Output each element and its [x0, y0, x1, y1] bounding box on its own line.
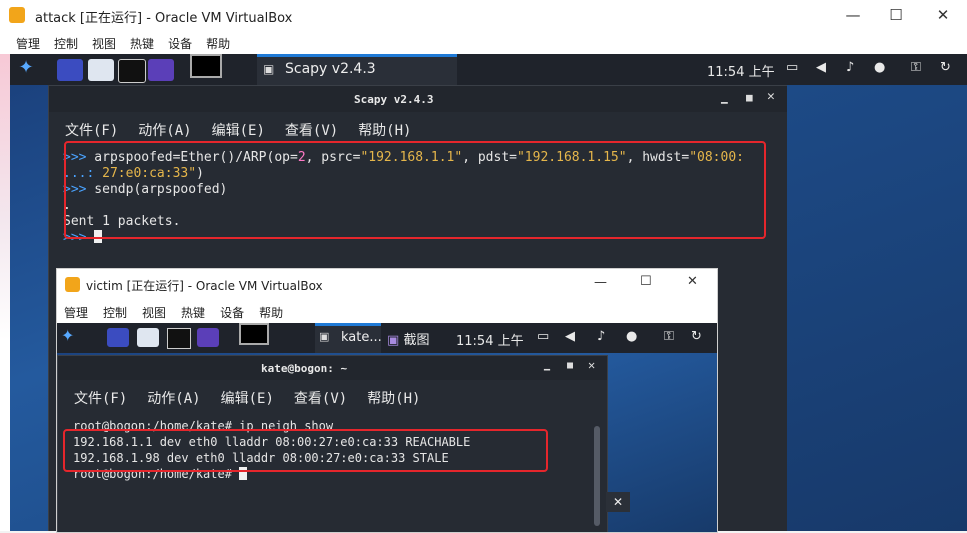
victim-files-icon[interactable]	[137, 328, 159, 347]
victim-menu-help[interactable]: 帮助	[259, 304, 283, 321]
scapy-maximize-button[interactable]: ■	[746, 91, 753, 104]
victim-terminal-window: kate@bogon: ~ ▁ ■ ✕ 文件(F) 动作(A) 编辑(E) 查看…	[57, 355, 608, 532]
scapy-minimize-button[interactable]: ▁	[721, 91, 728, 104]
terminal-small-icon: ▣	[263, 62, 275, 76]
files-icon[interactable]	[88, 59, 114, 81]
menu-hotkey[interactable]: 热键	[130, 35, 154, 52]
victim-menu-hotkey[interactable]: 热键	[181, 304, 205, 321]
terminal-icon[interactable]	[118, 59, 146, 83]
bell-icon[interactable]: ♪	[846, 60, 854, 75]
victim-term-menu-help[interactable]: 帮助(H)	[367, 388, 420, 408]
victim-term-menu-view[interactable]: 查看(V)	[294, 388, 347, 408]
workspace-icon[interactable]	[57, 59, 83, 81]
lock-icon[interactable]: ⚿	[911, 60, 921, 75]
host-maximize-button[interactable]: ☐	[873, 0, 919, 30]
menu-help[interactable]: 帮助	[206, 35, 230, 52]
scapy-menu-action[interactable]: 动作(A)	[138, 120, 191, 140]
recorder-icon[interactable]	[148, 59, 174, 81]
attack-desktop-right	[787, 85, 967, 531]
victim-top-panel: ✦ ▣ kate... ▣ 截图 11:54 上午 ▭ ◀ ♪ ● ⚿ ↻	[57, 323, 717, 353]
host-menu-bar: 管理 控制 视图 热键 设备 帮助	[16, 35, 244, 52]
victim-scrollbar[interactable]	[594, 426, 600, 526]
victim-terminal-small-icon: ▣	[319, 330, 330, 343]
victim-kali-menu-icon[interactable]: ✦	[61, 326, 74, 345]
victim-lock-icon[interactable]: ⚿	[664, 329, 674, 344]
victim-bell-icon[interactable]: ♪	[597, 329, 605, 344]
menu-devices[interactable]: 设备	[168, 35, 192, 52]
victim-terminal-icon[interactable]	[167, 328, 191, 349]
attack-top-panel: ✦ ▣ Scapy v2.4.3 11:54 上午 ▭ ◀ ♪ ● ⚿ ↻	[10, 54, 967, 85]
scapy-menu-help[interactable]: 帮助(H)	[358, 120, 411, 140]
victim-kate-tab-label: kate...	[341, 330, 382, 345]
victim-kate-tab[interactable]: ▣ kate...	[315, 323, 382, 353]
screenshot-icon: ▣	[387, 333, 400, 348]
victim-close-button[interactable]: ✕	[687, 274, 698, 289]
scapy-title-bar: Scapy v2.4.3 ▁ ■ ✕	[49, 86, 787, 112]
victim-window-thumbnail-icon[interactable]	[239, 323, 269, 345]
victim-volume-icon[interactable]: ◀	[565, 329, 575, 344]
host-desktop-strip	[0, 54, 10, 531]
victim-term-menu-file[interactable]: 文件(F)	[74, 388, 127, 408]
menu-manage[interactable]: 管理	[16, 35, 40, 52]
scapy-menu-file[interactable]: 文件(F)	[65, 120, 118, 140]
scapy-title: Scapy v2.4.3	[354, 93, 434, 106]
victim-minimize-button[interactable]: —	[594, 275, 607, 290]
scapy-menu-view[interactable]: 查看(V)	[285, 120, 338, 140]
menu-control[interactable]: 控制	[54, 35, 78, 52]
host-minimize-button[interactable]: —	[830, 0, 876, 30]
victim-logout-icon[interactable]: ↻	[691, 329, 702, 344]
scapy-close-button[interactable]: ✕	[767, 89, 775, 104]
notification-close-button[interactable]: ✕	[606, 492, 630, 512]
victim-title-bar: victim [正在运行] - Oracle VM VirtualBox — ☐…	[57, 269, 717, 299]
menu-view[interactable]: 视图	[92, 35, 116, 52]
virtualbox-icon	[9, 7, 25, 23]
victim-virtualbox-icon	[65, 277, 80, 292]
host-close-button[interactable]: ✕	[920, 0, 966, 30]
scapy-menu-bar: 文件(F) 动作(A) 编辑(E) 查看(V) 帮助(H)	[65, 120, 431, 140]
window-thumbnail-icon[interactable]	[190, 54, 222, 78]
victim-menu-bar: 管理 控制 视图 热键 设备 帮助	[64, 304, 298, 321]
attack-clock[interactable]: 11:54 上午	[707, 61, 775, 80]
screenshot-label: 截图	[403, 333, 430, 348]
victim-terminal-title-bar: kate@bogon: ~ ▁ ■ ✕	[58, 356, 607, 380]
victim-recorder-icon[interactable]	[197, 328, 219, 347]
victim-display-icon[interactable]: ▭	[537, 329, 549, 344]
host-title-bar: attack [正在运行] - Oracle VM VirtualBox — ☐…	[0, 0, 967, 31]
victim-maximize-button[interactable]: ☐	[640, 274, 652, 289]
scapy-taskbar-tab[interactable]: ▣ Scapy v2.4.3	[257, 54, 457, 85]
kali-menu-icon[interactable]: ✦	[14, 57, 38, 81]
victim-menu-control[interactable]: 控制	[103, 304, 127, 321]
victim-clock[interactable]: 11:54 上午	[456, 330, 524, 349]
victim-terminal-title: kate@bogon: ~	[261, 362, 348, 375]
victim-highlight-box	[63, 429, 548, 472]
display-icon[interactable]: ▭	[786, 60, 798, 75]
victim-term-maximize-button[interactable]: ■	[567, 360, 573, 371]
scapy-tab-label: Scapy v2.4.3	[285, 61, 376, 77]
victim-term-close-button[interactable]: ✕	[588, 358, 595, 372]
power-icon[interactable]: ●	[874, 60, 885, 75]
victim-workspace-icon[interactable]	[107, 328, 129, 347]
victim-title: victim [正在运行] - Oracle VM VirtualBox	[86, 279, 323, 293]
victim-menu-view[interactable]: 视图	[142, 304, 166, 321]
scapy-menu-edit[interactable]: 编辑(E)	[212, 120, 265, 140]
host-title: attack [正在运行] - Oracle VM VirtualBox	[35, 11, 293, 26]
victim-term-minimize-button[interactable]: ▁	[544, 360, 550, 371]
victim-menu-manage[interactable]: 管理	[64, 304, 88, 321]
volume-icon[interactable]: ◀	[816, 60, 826, 75]
victim-term-menu-action[interactable]: 动作(A)	[147, 388, 200, 408]
victim-screenshot-tab[interactable]: ▣ 截图	[387, 329, 429, 348]
victim-terminal-menu-bar: 文件(F) 动作(A) 编辑(E) 查看(V) 帮助(H)	[74, 388, 440, 408]
logout-icon[interactable]: ↻	[940, 60, 951, 75]
scapy-highlight-box	[64, 141, 766, 239]
victim-power-icon[interactable]: ●	[626, 329, 637, 344]
victim-term-menu-edit[interactable]: 编辑(E)	[221, 388, 274, 408]
victim-menu-devices[interactable]: 设备	[220, 304, 244, 321]
